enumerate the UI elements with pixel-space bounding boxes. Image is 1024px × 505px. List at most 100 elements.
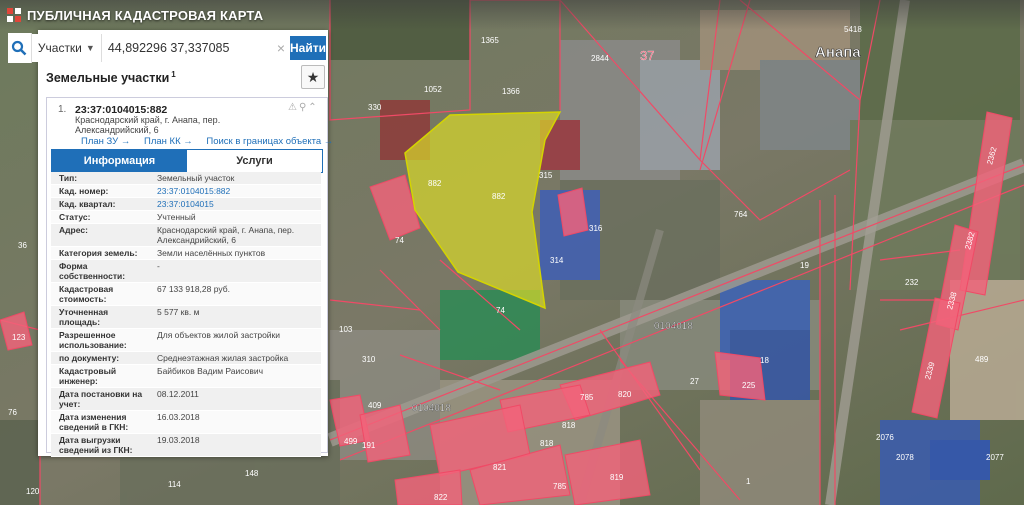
city-label: Анапа [815, 44, 861, 61]
link-plan-kk[interactable]: План КК → [144, 136, 193, 147]
parcel-label: 74 [496, 306, 505, 315]
info-value: - [157, 261, 160, 271]
info-key: Кадастровый инженер: [59, 366, 117, 386]
app-title: ПУБЛИЧНАЯ КАДАСТРОВАЯ КАРТА [27, 7, 264, 23]
parcel-label: 499 [344, 437, 358, 446]
info-value[interactable]: 23:37:0104015:882 [155, 185, 321, 197]
parcel-label: 316 [589, 224, 603, 233]
parcel-label: 225 [742, 381, 756, 390]
info-value: 08.12.2011 [157, 389, 199, 399]
parcel-label: 489 [975, 355, 989, 364]
collapse-icon[interactable]: ⌃ [308, 102, 318, 113]
info-value: 5 577 кв. м [157, 307, 200, 317]
info-key: Категория земель: [59, 248, 138, 258]
info-row: Дата изменения сведений в ГКН: 16.03.2018 [51, 411, 321, 434]
info-value: Краснодарский край, г. Анапа, пер. Алекс… [157, 225, 295, 245]
parcel-label: 330 [368, 103, 382, 112]
info-row: Дата постановки на учет: 08.12.2011 [51, 388, 321, 411]
search-bar: Участки ▼ × Найти [8, 33, 326, 63]
info-row: Дата выгрузки сведений из ГКН: 19.03.2018 [51, 434, 321, 457]
info-key: Кад. квартал: [59, 199, 116, 209]
parcel-label: 882 [492, 192, 506, 201]
info-value: Земли населённых пунктов [157, 248, 266, 258]
panel-title-text: Земельные участки [46, 71, 170, 86]
parcel-label: 1 [746, 477, 751, 486]
info-key: Статус: [59, 212, 91, 222]
info-key: Кадастровая стоимость: [59, 284, 114, 304]
parcel-label: 818 [540, 439, 554, 448]
parcel-label: 1366 [502, 87, 520, 96]
info-row: Тип: Земельный участок [51, 172, 321, 185]
info-value: Для объектов жилой застройки [157, 330, 281, 340]
parcel-label: 409 [368, 401, 382, 410]
favorite-star-button[interactable]: ★ [301, 65, 325, 89]
warning-icon[interactable]: ⚠ [288, 102, 299, 113]
info-row: Кадастровая стоимость: 67 133 918,28 руб. [51, 283, 321, 306]
info-key: Адрес: [59, 225, 88, 235]
parcel-label: 822 [434, 493, 448, 502]
find-button[interactable]: Найти [290, 36, 326, 60]
info-row: Уточненная площадь: 5 577 кв. м [51, 306, 321, 329]
search-icon[interactable] [8, 33, 32, 63]
parcel-label: 315 [539, 171, 553, 180]
chevron-down-icon: ▼ [85, 43, 95, 53]
info-key: Тип: [59, 173, 78, 183]
info-row: Кад. номер: 23:37:0104015:882 [51, 185, 321, 198]
result-tabs: Информация Услуги [51, 149, 323, 173]
info-value: Среднеэтажная жилая застройка [157, 353, 289, 363]
info-key: Разрешенное использование: [59, 330, 127, 350]
info-value[interactable]: 23:37:0104015 [155, 198, 321, 210]
tab-information[interactable]: Информация [52, 150, 187, 172]
parcel-label: 764 [734, 210, 748, 219]
parcel-label: 820 [618, 390, 632, 399]
parcel-label: 232 [905, 278, 919, 287]
close-icon[interactable]: × [274, 34, 288, 62]
pin-icon[interactable]: ⚲ [299, 102, 308, 113]
parcel-label: 882 [428, 179, 442, 188]
parcel-label: 123 [12, 333, 26, 342]
quarter-label: 0104018 [412, 403, 451, 414]
parcel-label: 19 [800, 261, 809, 270]
info-row: Категория земель: Земли населённых пункто… [51, 247, 321, 260]
parcel-label: 191 [362, 441, 376, 450]
link-search-in-bounds[interactable]: Поиск в границах объекта → [206, 136, 333, 147]
parcel-label: 2076 [876, 433, 894, 442]
parcel-label: 120 [26, 487, 40, 496]
info-value: Байбиков Вадим Раисович [157, 366, 264, 376]
result-count: 1 [171, 70, 176, 79]
info-value: Земельный участок [157, 173, 235, 183]
search-input[interactable] [101, 34, 275, 62]
parcel-label: 818 [562, 421, 576, 430]
parcel-label: 74 [395, 236, 404, 245]
parcel-label: 103 [339, 325, 353, 334]
link-plan-zu[interactable]: План ЗУ → [81, 136, 130, 147]
parcel-label: 2078 [896, 453, 914, 462]
info-row: Кад. квартал: 23:37:0104015 [51, 198, 321, 211]
parcel-label: 310 [362, 355, 376, 364]
info-key: Уточненная площадь: [59, 307, 109, 327]
parcel-label: 314 [550, 256, 564, 265]
parcel-label: 785 [580, 393, 594, 402]
parcel-label: 1365 [481, 36, 499, 45]
info-value: 19.03.2018 [157, 435, 200, 445]
parcel-label: 18 [760, 356, 769, 365]
info-row: Форма собственности: - [51, 260, 321, 283]
info-row: Статус: Учтенный [51, 211, 321, 224]
result-address: Краснодарский край, г. Анапа, пер. Алекс… [75, 115, 221, 135]
info-row: Адрес: Краснодарский край, г. Анапа, пер.… [51, 224, 321, 247]
quarter-label: 37 [640, 48, 654, 63]
result-actions: ⚠⚲⌃ [288, 102, 319, 113]
info-value: Учтенный [157, 212, 196, 222]
tab-services[interactable]: Услуги [187, 150, 322, 172]
parcel-label: 76 [8, 408, 17, 417]
info-table: Тип: Земельный участок Кад. номер: 23:37:01… [51, 172, 321, 457]
result-links: План ЗУ → План КК → Поиск в границах объ… [81, 136, 344, 147]
info-key: Дата изменения сведений в ГКН: [59, 412, 129, 432]
parcel-label: 114 [168, 480, 181, 489]
search-type-select[interactable]: Участки ▼ [31, 34, 102, 62]
info-row: Кадастровый инженер: Байбиков Вадим Раисо… [51, 365, 321, 388]
parcel-label: 821 [493, 463, 507, 472]
parcel-label: 27 [690, 377, 699, 386]
app-brand[interactable]: ПУБЛИЧНАЯ КАДАСТРОВАЯ КАРТА [6, 6, 263, 24]
info-key: Кад. номер: [59, 186, 109, 196]
